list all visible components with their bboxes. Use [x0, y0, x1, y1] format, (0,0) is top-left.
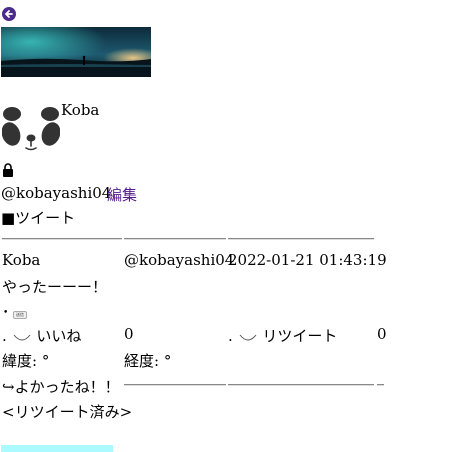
reply-text: ↪よかったね！！ — [2, 378, 120, 396]
edit-profile-link[interactable]: 編集 — [107, 184, 137, 205]
panda-avatar-icon — [1, 106, 61, 156]
send-button[interactable]: 送信 — [13, 311, 27, 319]
table-header-rule — [124, 238, 226, 240]
profile-display-name: Koba — [61, 101, 100, 119]
reply-rule — [124, 384, 226, 386]
table-header-rule — [228, 238, 374, 240]
reply-rule — [377, 384, 384, 386]
reply-rule — [228, 384, 374, 386]
retweet-icon — [239, 334, 256, 341]
latitude-label: 緯度: ° — [2, 352, 50, 370]
tweet-author-handle: @kobayashi04 — [124, 251, 235, 269]
longitude-label: 経度: ° — [124, 352, 172, 370]
list-bullet: • — [3, 308, 9, 318]
lock-icon — [2, 163, 14, 181]
tweet-author-name: Koba — [2, 251, 41, 269]
profile-handle: @kobayashi04 — [1, 184, 112, 202]
like-count: 0 — [124, 325, 134, 343]
like-button[interactable]: . いいね — [2, 325, 81, 346]
tweet-body: やったーーー！ — [2, 278, 108, 296]
cover-image — [1, 27, 151, 77]
tweets-section-title: ■ツイート — [1, 209, 76, 227]
retweet-button[interactable]: . リツイート — [228, 325, 337, 346]
back-arrow-icon[interactable] — [2, 7, 16, 21]
retweeted-label: <リツイート済み> — [2, 403, 133, 421]
like-icon — [13, 334, 30, 341]
like-label: いいね — [36, 327, 82, 345]
table-header-rule — [2, 238, 122, 240]
accent-bar — [1, 445, 113, 452]
retweet-label: リツイート — [262, 327, 338, 345]
tweet-timestamp: 2022-01-21 01:43:19 — [228, 251, 387, 269]
retweet-count: 0 — [377, 325, 387, 343]
